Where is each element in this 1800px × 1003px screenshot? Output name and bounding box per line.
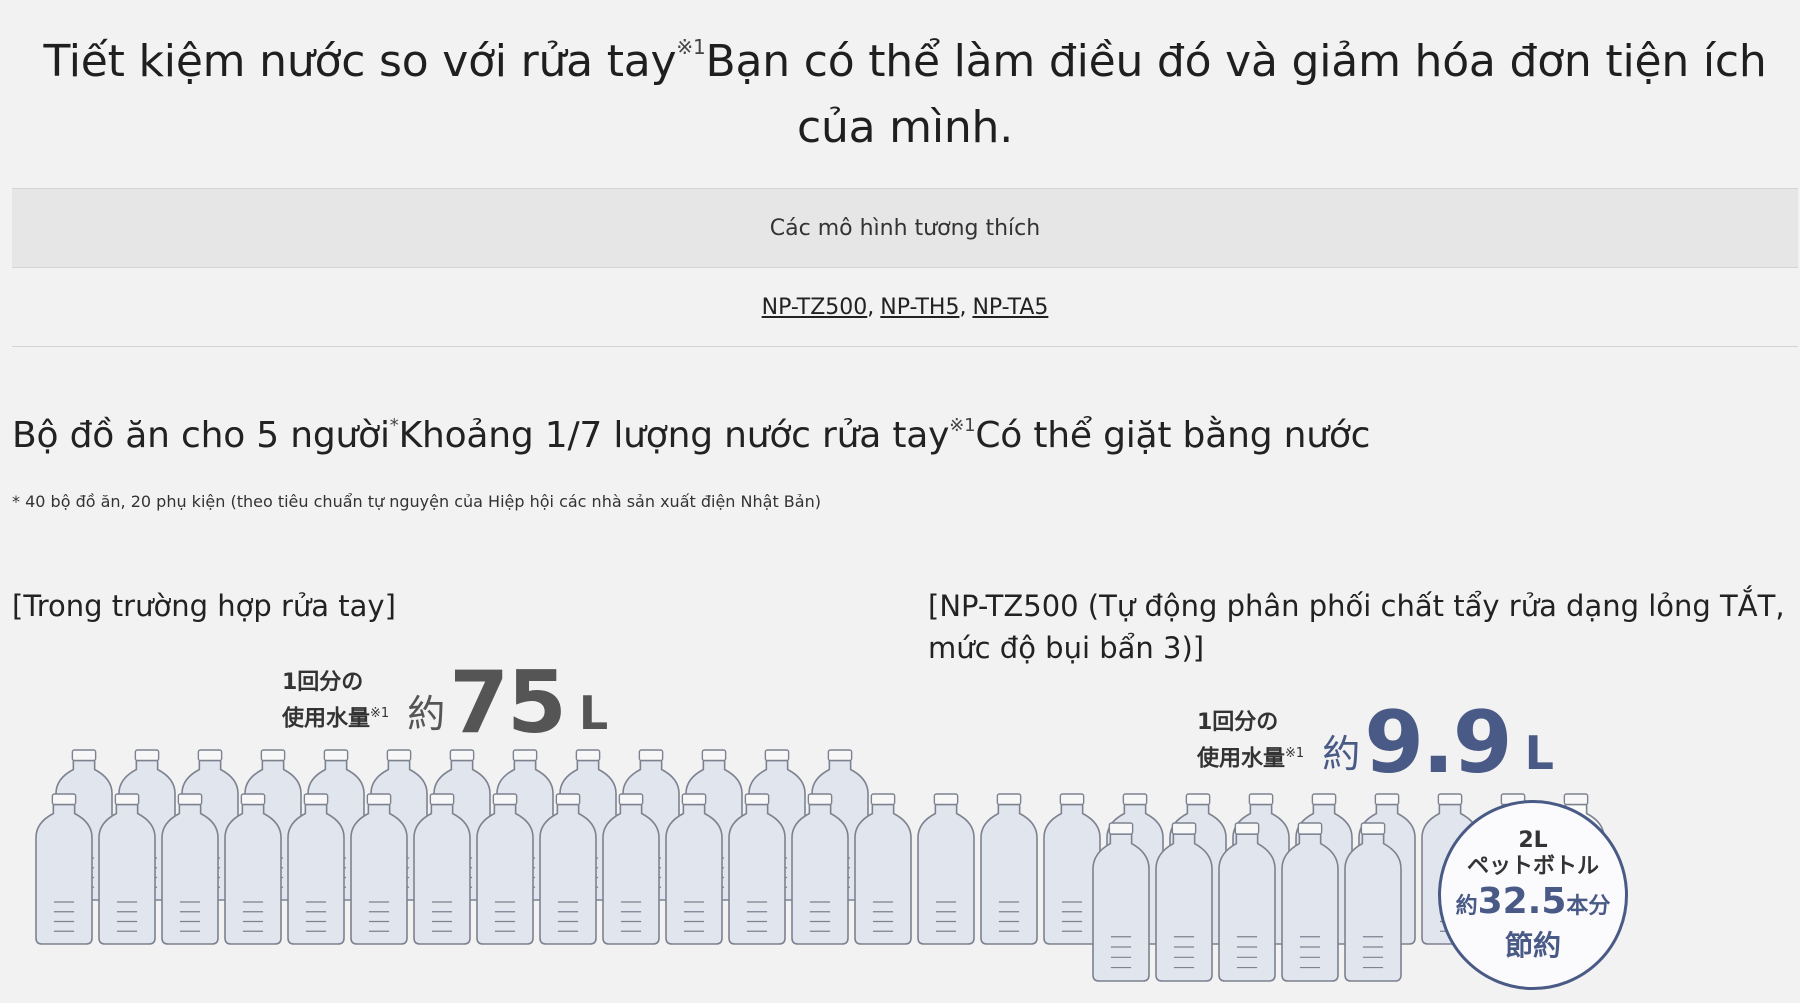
badge-count: 約32.5本分 bbox=[1455, 880, 1611, 922]
hand-wash-bottles-illustration bbox=[35, 749, 1605, 945]
approx-mark: 約 bbox=[407, 692, 446, 736]
compatible-models-header: Các mô hình tương thích bbox=[12, 188, 1798, 268]
bottle-mark bbox=[1344, 822, 1402, 982]
bottle-mark bbox=[1155, 822, 1213, 982]
model-separator: , bbox=[959, 294, 967, 320]
bottle-mark bbox=[1218, 822, 1276, 982]
unit-liter: L bbox=[1524, 726, 1554, 780]
usage-label: 1回分の 使用水量※1 bbox=[1197, 709, 1305, 771]
approx-mark: 約 bbox=[1322, 732, 1361, 776]
badge-size: 2L bbox=[1518, 827, 1548, 853]
subhead-note-mark: ※1 bbox=[949, 415, 976, 436]
hand-wash-value: 75 bbox=[449, 653, 567, 753]
dishwasher-bottles-illustration bbox=[1092, 822, 1402, 982]
model-link-np-ta5[interactable]: NP-TA5 bbox=[972, 295, 1048, 320]
bottle-mark bbox=[980, 793, 1038, 945]
model-link-np-th5[interactable]: NP-TH5 bbox=[880, 295, 959, 320]
bottle-mark bbox=[917, 793, 975, 945]
subhead-asterisk: * bbox=[389, 415, 399, 436]
bottle-mark bbox=[1092, 822, 1150, 982]
headline: Tiết kiệm nước so với rửa tay※1Bạn có th… bbox=[40, 14, 1770, 161]
hand-wash-title: [Trong trường hợp rửa tay] bbox=[12, 589, 396, 623]
model-separator: , bbox=[867, 294, 875, 320]
dishwasher-title: [NP-TZ500 (Tự động phân phối chất tẩy rử… bbox=[928, 589, 1785, 665]
subhead-part1: Bộ đồ ăn cho 5 người bbox=[12, 415, 390, 456]
section-subheading: Bộ đồ ăn cho 5 người*Khoảng 1/7 lượng nư… bbox=[12, 415, 1370, 456]
dishwasher-usage: 1回分の 使用水量※1 約 9.9 L bbox=[1197, 700, 1554, 786]
badge-saving-label: 節約 bbox=[1504, 928, 1561, 962]
footnote: * 40 bộ đồ ăn, 20 phụ kiện (theo tiêu ch… bbox=[12, 492, 821, 511]
headline-text-after: Bạn có thể làm điều đó và giảm hóa đơn t… bbox=[705, 36, 1767, 153]
usage-label: 1回分の 使用水量※1 bbox=[282, 669, 390, 731]
unit-liter: L bbox=[578, 686, 609, 740]
badge-bottle-label: ペットボトル bbox=[1466, 853, 1599, 879]
dishwasher-value: 9.9 bbox=[1364, 693, 1512, 793]
hand-wash-usage: 1回分の 使用水量※1 約 75 L bbox=[282, 660, 608, 746]
page: Tiết kiệm nước so với rửa tay※1Bạn có th… bbox=[0, 0, 1800, 1003]
subhead-part2: Khoảng 1/7 lượng nước rửa tay bbox=[398, 415, 950, 456]
bottle-mark bbox=[1281, 822, 1339, 982]
subhead-part3: Có thể giặt bằng nước bbox=[975, 415, 1371, 456]
headline-note-mark: ※1 bbox=[676, 35, 706, 59]
model-link-np-tz500[interactable]: NP-TZ500 bbox=[762, 295, 868, 320]
savings-badge: 2L ペットボトル 約32.5本分 節約 bbox=[1438, 800, 1628, 990]
compatible-models-row: NP-TZ500, NP-TH5, NP-TA5 bbox=[12, 268, 1798, 347]
compatible-models-table: Các mô hình tương thích NP-TZ500, NP-TH5… bbox=[12, 188, 1798, 347]
headline-text-before: Tiết kiệm nước so với rửa tay bbox=[43, 36, 677, 87]
